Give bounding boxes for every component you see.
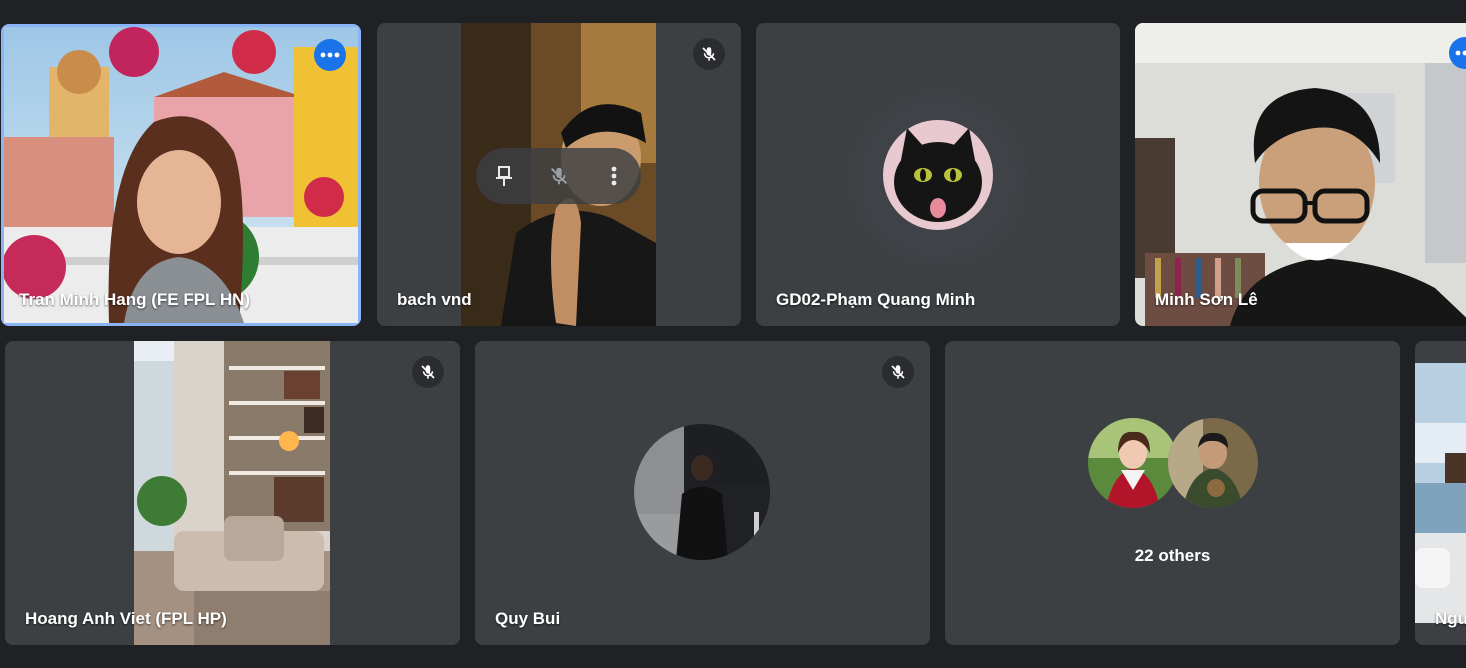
mic-off-indicator <box>412 356 444 388</box>
mic-off-indicator <box>882 356 914 388</box>
more-vert-icon <box>611 166 616 186</box>
mic-off-indicator <box>693 38 725 70</box>
pin-button[interactable] <box>484 156 524 196</box>
avatar <box>1088 418 1178 508</box>
mic-off-icon <box>550 167 567 185</box>
participant-video <box>1415 363 1466 623</box>
participant-tile-bach-vnd[interactable]: bach vnd <box>377 23 741 326</box>
participant-tile-pham-quang-minh[interactable]: GD02-Phạm Quang Minh <box>756 23 1120 326</box>
participant-name: Tran Minh Hang (FE FPL HN) <box>19 290 251 309</box>
mute-participant-button[interactable] <box>539 156 579 196</box>
participant-name: bach vnd <box>397 290 472 309</box>
tile-hover-controls <box>476 148 641 204</box>
mic-off-icon <box>421 365 435 379</box>
participant-name: Minh Sơn Lê <box>1155 290 1258 309</box>
more-options-button[interactable] <box>314 39 346 71</box>
mic-off-icon <box>702 47 716 61</box>
participant-video <box>134 341 330 645</box>
pin-icon <box>495 166 512 186</box>
mic-off-icon <box>891 365 905 379</box>
participant-tile-hoang-anh-viet[interactable]: Hoang Anh Viet (FPL HP) <box>5 341 460 645</box>
others-tile[interactable]: 22 others <box>945 341 1400 645</box>
participant-tile-quy-bui[interactable]: Quy Bui <box>475 341 930 645</box>
avatar <box>634 424 770 560</box>
more-options-icon <box>320 52 340 58</box>
participant-tile-minh-son-le[interactable]: Minh Sơn Lê <box>1135 23 1466 326</box>
more-options-button[interactable] <box>594 156 634 196</box>
participant-video <box>1135 23 1466 326</box>
others-count-label: 22 others <box>1134 546 1211 565</box>
avatar <box>883 120 993 230</box>
participant-name: Ngu <box>1435 609 1466 628</box>
more-options-icon <box>1455 50 1466 56</box>
participant-name: GD02-Phạm Quang Minh <box>776 290 976 309</box>
participant-name: Quy Bui <box>495 609 561 628</box>
participant-tile-tran-minh-hang[interactable]: Tran Minh Hang (FE FPL HN) <box>1 24 361 326</box>
participant-tile-partial[interactable]: Ngu <box>1415 341 1466 645</box>
avatar <box>1168 418 1258 508</box>
participant-video <box>4 27 358 323</box>
participant-name: Hoang Anh Viet (FPL HP) <box>25 609 227 628</box>
